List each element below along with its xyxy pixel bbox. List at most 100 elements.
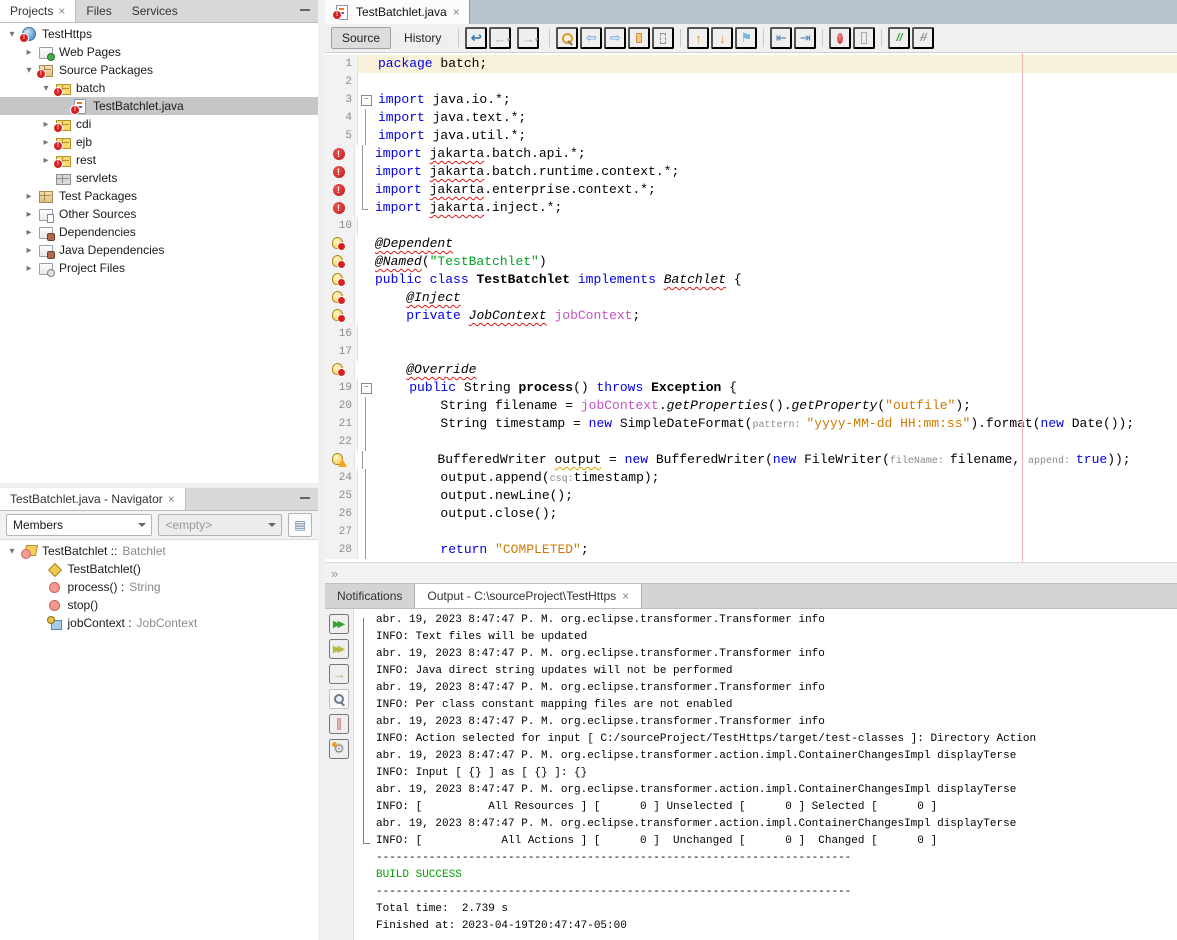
gutter-cell[interactable] xyxy=(325,181,355,199)
gutter-cell[interactable] xyxy=(325,307,355,325)
tree-item[interactable]: TestBatchlet.java xyxy=(0,97,318,115)
expander-icon[interactable]: ▾ xyxy=(23,65,35,76)
find-previous-button[interactable] xyxy=(580,27,602,49)
resume-button[interactable] xyxy=(329,664,349,684)
hint-error-glyph-icon[interactable] xyxy=(332,309,345,322)
history-view-button[interactable]: History xyxy=(393,27,452,49)
expander-icon[interactable]: ▸ xyxy=(23,209,35,220)
previous-bookmark-button[interactable] xyxy=(687,27,709,49)
tree-item[interactable]: ▸ejb xyxy=(0,133,318,151)
expander-icon[interactable]: ▾ xyxy=(6,546,18,557)
expander-icon[interactable]: ▸ xyxy=(23,245,35,256)
tab-notifications[interactable]: Notifications xyxy=(325,584,414,608)
error-glyph-icon[interactable] xyxy=(333,148,345,160)
error-glyph-icon[interactable] xyxy=(333,202,345,214)
close-icon[interactable]: × xyxy=(622,590,629,602)
gutter-cell[interactable]: 19 xyxy=(325,379,358,397)
close-icon[interactable]: × xyxy=(168,493,175,505)
close-icon[interactable]: × xyxy=(58,5,65,17)
gutter-cell[interactable]: 16 xyxy=(325,325,358,343)
rerun-button[interactable] xyxy=(329,614,349,634)
navigator-tree[interactable]: ▾TestBatchlet :: BatchletTestBatchlet()p… xyxy=(0,540,318,940)
expander-icon[interactable]: ▸ xyxy=(23,227,35,238)
tree-item[interactable]: ▾TestBatchlet :: Batchlet xyxy=(0,542,318,560)
start-macro-recording-button[interactable] xyxy=(829,27,851,49)
hint-error-glyph-icon[interactable] xyxy=(332,291,345,304)
tab-projects[interactable]: Projects × xyxy=(0,0,76,22)
tree-item[interactable]: ▸rest xyxy=(0,151,318,169)
tree-item[interactable]: process() : String xyxy=(0,578,318,596)
expander-icon[interactable]: ▸ xyxy=(40,155,52,166)
tree-item[interactable]: ▸Java Dependencies xyxy=(0,241,318,259)
expander-icon[interactable]: ▸ xyxy=(23,191,35,202)
gutter-cell[interactable]: 26 xyxy=(325,505,358,523)
expander-icon[interactable]: ▸ xyxy=(40,119,52,130)
expander-icon[interactable]: ▸ xyxy=(23,47,35,58)
find-next-button[interactable] xyxy=(604,27,626,49)
expander-icon[interactable]: ▾ xyxy=(40,83,52,94)
hint-error-glyph-icon[interactable] xyxy=(332,273,345,286)
tab-output[interactable]: Output - C:\sourceProject\TestHttps × xyxy=(414,584,642,608)
rectangular-selection-button[interactable] xyxy=(652,27,674,49)
close-icon[interactable]: × xyxy=(453,6,460,18)
gutter-cell[interactable] xyxy=(325,253,355,271)
error-glyph-icon[interactable] xyxy=(333,184,345,196)
hint-error-glyph-icon[interactable] xyxy=(332,363,345,376)
stop-macro-recording-button[interactable] xyxy=(853,27,875,49)
inherited-filter-combo[interactable]: <empty> xyxy=(158,514,282,536)
show-inherited-members-button[interactable]: ▤ xyxy=(288,513,312,537)
gutter-cell[interactable]: 5 xyxy=(325,127,358,145)
gutter-cell[interactable]: 21 xyxy=(325,415,358,433)
last-edit-location-button[interactable] xyxy=(465,27,487,49)
tab-testbatchlet-java[interactable]: TestBatchlet.java × xyxy=(325,0,470,24)
tree-item[interactable]: ▸Other Sources xyxy=(0,205,318,223)
members-filter-combo[interactable]: Members xyxy=(6,514,152,536)
gutter-cell[interactable] xyxy=(325,163,355,181)
error-glyph-icon[interactable] xyxy=(333,166,345,178)
vertical-splitter[interactable] xyxy=(318,0,325,940)
gutter-cell[interactable]: 27 xyxy=(325,523,358,541)
search-button[interactable] xyxy=(329,689,349,709)
fold-collapse-icon[interactable]: − xyxy=(361,95,372,106)
gutter-cell[interactable]: 17 xyxy=(325,343,358,361)
tree-item[interactable]: servlets xyxy=(0,169,318,187)
tab-navigator[interactable]: TestBatchlet.java - Navigator × xyxy=(0,488,186,510)
breadcrumb-chevron-icon[interactable]: » xyxy=(331,566,338,581)
toggle-comment-button[interactable] xyxy=(888,27,910,49)
gutter-cell[interactable]: 24 xyxy=(325,469,358,487)
gutter-cell[interactable]: 22 xyxy=(325,433,358,451)
gutter-cell[interactable]: 4 xyxy=(325,109,358,127)
toggle-highlight-button[interactable] xyxy=(628,27,650,49)
tree-item[interactable]: ▸Test Packages xyxy=(0,187,318,205)
gutter-cell[interactable]: 28 xyxy=(325,541,358,559)
expander-icon[interactable]: ▸ xyxy=(23,263,35,274)
tree-item[interactable]: ▸Project Files xyxy=(0,259,318,277)
gutter-cell[interactable]: 25 xyxy=(325,487,358,505)
gutter-cell[interactable] xyxy=(325,451,355,469)
tree-item[interactable]: jobContext : JobContext xyxy=(0,614,318,632)
find-selection-button[interactable] xyxy=(556,27,578,49)
stop-build-button[interactable] xyxy=(329,714,349,734)
gutter-cell[interactable]: 20 xyxy=(325,397,358,415)
expander-icon[interactable]: ▸ xyxy=(40,137,52,148)
forward-button[interactable] xyxy=(517,27,539,49)
gutter-cell[interactable]: 3 xyxy=(325,91,358,109)
gutter-cell[interactable] xyxy=(325,235,355,253)
expander-icon[interactable]: ▾ xyxy=(6,29,18,40)
source-view-button[interactable]: Source xyxy=(331,27,391,49)
minimize-icon[interactable] xyxy=(300,9,310,11)
gutter-cell[interactable] xyxy=(325,145,355,163)
rerun-with-different-parameters-button[interactable] xyxy=(329,639,349,659)
build-settings-button[interactable] xyxy=(329,739,349,759)
shift-right-button[interactable] xyxy=(794,27,816,49)
gutter-cell[interactable] xyxy=(325,361,355,379)
gutter-cell[interactable] xyxy=(325,289,355,307)
gutter-cell[interactable] xyxy=(325,271,355,289)
shift-left-button[interactable] xyxy=(770,27,792,49)
gutter-cell[interactable]: 2 xyxy=(325,73,358,91)
tab-files[interactable]: Files xyxy=(76,0,121,22)
gutter-cell[interactable] xyxy=(325,199,355,217)
tree-item[interactable]: ▸Web Pages xyxy=(0,43,318,61)
fold-collapse-icon[interactable]: − xyxy=(361,383,372,394)
toggle-bookmark-button[interactable] xyxy=(735,27,757,49)
